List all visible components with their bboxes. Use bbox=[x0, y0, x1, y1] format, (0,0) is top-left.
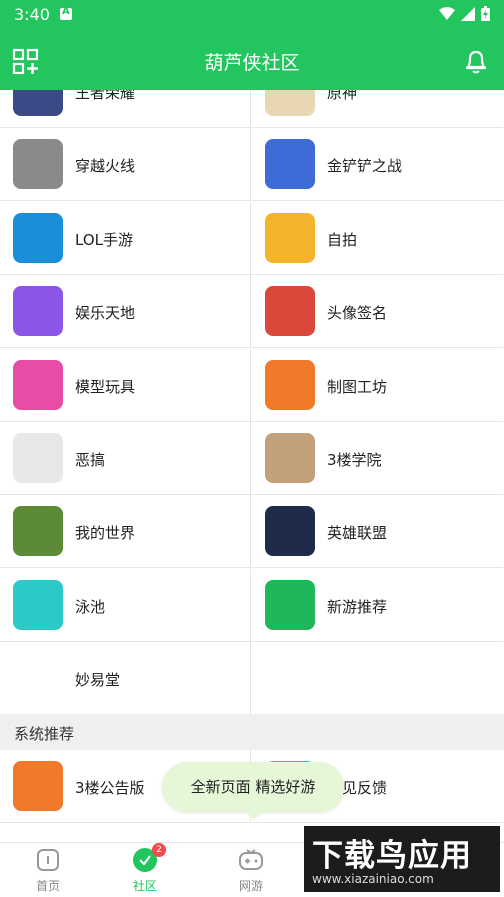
nav-home[interactable]: 首页 bbox=[18, 847, 78, 894]
community-item-label: 自拍 bbox=[327, 230, 358, 249]
community-item[interactable]: 恶搞 bbox=[0, 422, 251, 495]
community-item-icon bbox=[13, 286, 63, 337]
community-item-label: 制图工坊 bbox=[327, 377, 388, 396]
community-item-icon bbox=[265, 506, 315, 557]
nav-games-label: 网游 bbox=[238, 879, 263, 893]
community-item[interactable]: 娱乐天地 bbox=[0, 275, 251, 349]
community-item-label: 金铲铲之战 bbox=[327, 157, 403, 176]
community-item-label: 妙易堂 bbox=[75, 671, 121, 690]
nav-games[interactable]: 网游 bbox=[221, 847, 281, 894]
community-item-label: 泳池 bbox=[75, 597, 106, 616]
community-item[interactable]: 自拍 bbox=[252, 202, 503, 275]
community-item-icon bbox=[265, 139, 315, 190]
nav-home-label: 首页 bbox=[35, 879, 60, 893]
community-item-label: 3楼公告版 bbox=[75, 779, 145, 797]
community-item[interactable]: 王者荣耀 bbox=[0, 90, 251, 128]
community-item-icon bbox=[265, 286, 315, 337]
community-item[interactable]: 制图工坊 bbox=[252, 349, 503, 422]
system-recommend-header: 系统推荐 bbox=[0, 714, 504, 750]
watermark-title: 下载鸟应用 bbox=[312, 838, 472, 874]
notification-a-icon bbox=[60, 6, 72, 20]
community-item-icon bbox=[13, 761, 63, 811]
top-app-bar: 葫芦侠社区 bbox=[0, 30, 504, 90]
community-item-icon bbox=[265, 433, 315, 483]
community-item[interactable]: 头像签名 bbox=[252, 275, 503, 349]
community-item[interactable]: 我的世界 bbox=[0, 495, 251, 569]
watermark-logo: 下载鸟应用 www.xiazainiao.com bbox=[304, 826, 500, 892]
community-item-icon bbox=[13, 579, 63, 630]
wifi-icon bbox=[439, 6, 455, 20]
community-item-icon bbox=[13, 653, 63, 704]
toast-bubble[interactable]: 全新页面 精选好游 bbox=[162, 762, 344, 820]
community-item-icon bbox=[13, 506, 63, 557]
community-list[interactable]: 王者荣耀 原神穿越火线 金铲铲之战 LOL手游 自拍娱乐天地 头像签名模型玩具 制图工坊恶搞… bbox=[0, 90, 504, 842]
community-item-icon bbox=[13, 139, 63, 190]
community-item-icon bbox=[13, 433, 63, 483]
community-badge: 2 bbox=[152, 843, 166, 857]
status-bar: 3:40 bbox=[0, 0, 504, 30]
empty-cell bbox=[252, 642, 503, 716]
community-item[interactable]: LOL手游 bbox=[0, 201, 251, 275]
community-item[interactable]: 新游推荐 bbox=[252, 569, 503, 642]
community-item-icon bbox=[265, 579, 315, 630]
community-item-icon bbox=[13, 90, 63, 116]
page-title: 葫芦侠社区 bbox=[204, 52, 300, 74]
bell-icon[interactable] bbox=[462, 47, 490, 75]
community-item[interactable]: 3楼学院 bbox=[252, 422, 503, 495]
community-item[interactable]: 原神 bbox=[252, 90, 503, 128]
status-time: 3:40 bbox=[14, 5, 50, 24]
community-item-label: LOL手游 bbox=[75, 230, 133, 249]
community-item-label: 3楼学院 bbox=[327, 451, 382, 469]
community-item-label: 王者荣耀 bbox=[75, 90, 136, 102]
community-item[interactable]: 妙易堂 bbox=[0, 642, 251, 716]
community-item[interactable]: 金铲铲之战 bbox=[252, 128, 503, 202]
watermark-url: www.xiazainiao.com bbox=[312, 872, 434, 886]
community-item-label: 头像签名 bbox=[327, 304, 388, 323]
community-item-label: 模型玩具 bbox=[75, 377, 136, 396]
community-item-icon bbox=[265, 90, 315, 116]
community-item-icon bbox=[265, 359, 315, 410]
community-item-label: 我的世界 bbox=[75, 524, 136, 543]
community-item-label: 恶搞 bbox=[75, 451, 106, 469]
community-item-icon bbox=[13, 212, 63, 263]
community-item-label: 娱乐天地 bbox=[75, 304, 136, 323]
community-item-label: 英雄联盟 bbox=[327, 524, 388, 543]
community-item[interactable]: 模型玩具 bbox=[0, 348, 251, 422]
gamepad-icon bbox=[238, 847, 264, 873]
nav-community[interactable]: 2 社区 bbox=[115, 843, 175, 894]
community-item[interactable]: 穿越火线 bbox=[0, 128, 251, 202]
nav-community-label: 社区 bbox=[132, 879, 157, 893]
section-title: 系统推荐 bbox=[14, 725, 75, 743]
home-icon bbox=[35, 847, 61, 873]
community-item-icon bbox=[265, 212, 315, 263]
community-item-label: 新游推荐 bbox=[327, 597, 388, 616]
community-icon: 2 bbox=[132, 843, 166, 873]
community-item-label: 穿越火线 bbox=[75, 157, 136, 176]
community-item[interactable]: 英雄联盟 bbox=[252, 495, 503, 569]
battery-icon bbox=[481, 6, 490, 21]
community-item-icon bbox=[13, 359, 63, 410]
community-item-label: 原神 bbox=[327, 90, 358, 102]
signal-icon bbox=[461, 6, 475, 21]
community-item[interactable]: 泳池 bbox=[0, 568, 251, 642]
